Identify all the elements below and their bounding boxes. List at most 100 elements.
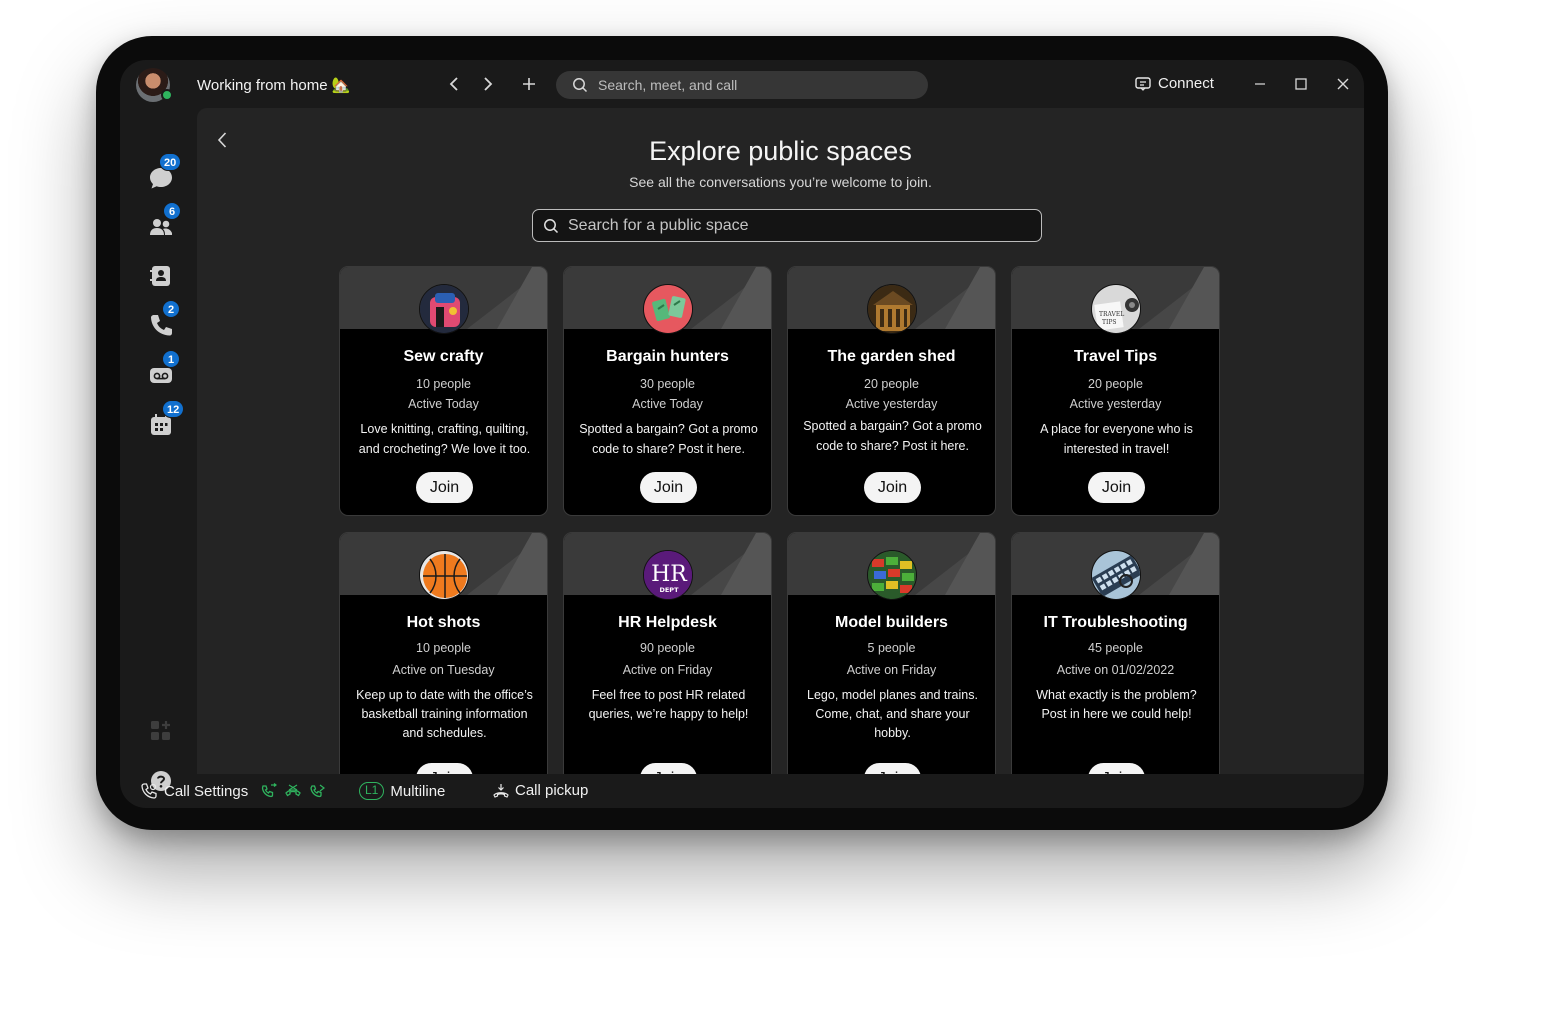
sidebar-item-teams[interactable]: 6 bbox=[148, 202, 181, 240]
sidebar-item-apps[interactable] bbox=[148, 718, 174, 744]
app-window: Working from home 🏡 Search, meet, and ca… bbox=[120, 60, 1364, 808]
space-people-count: 10 people bbox=[416, 377, 471, 391]
space-name: IT Troubleshooting bbox=[1043, 614, 1188, 631]
close-icon[interactable] bbox=[1332, 73, 1354, 95]
connect-icon bbox=[1135, 76, 1151, 91]
device-frame: Working from home 🏡 Search, meet, and ca… bbox=[96, 36, 1388, 830]
sidebar-item-voicemail[interactable]: 1 bbox=[148, 350, 180, 388]
contacts-icon bbox=[150, 266, 170, 286]
space-card[interactable]: Bargain hunters 30 people Active Today S… bbox=[563, 266, 772, 516]
call-pickup-button[interactable]: Call pickup bbox=[493, 782, 588, 799]
voicemail-badge: 1 bbox=[162, 350, 180, 368]
lego-icon bbox=[867, 550, 917, 600]
space-description: A place for everyone who is interested i… bbox=[1040, 422, 1193, 456]
minimize-icon[interactable] bbox=[1249, 73, 1271, 95]
space-name: The garden shed bbox=[827, 348, 956, 365]
space-name: Bargain hunters bbox=[606, 348, 729, 365]
phone-settings-icon bbox=[141, 783, 157, 799]
space-description: Keep up to date with the office’s basket… bbox=[356, 688, 533, 740]
plus-icon[interactable] bbox=[518, 73, 540, 95]
join-button[interactable]: Join bbox=[416, 472, 473, 503]
sidebar-item-contacts[interactable] bbox=[148, 263, 174, 289]
space-name: Model builders bbox=[835, 614, 948, 631]
space-card[interactable]: HR DEPT HR Helpdesk 90 people Active on F… bbox=[563, 532, 772, 774]
space-people-count: 90 people bbox=[640, 641, 695, 655]
shed-icon bbox=[867, 284, 917, 334]
space-activity: Active on Friday bbox=[622, 663, 713, 677]
space-card[interactable]: IT Troubleshooting 45 people Active on 0… bbox=[1011, 532, 1220, 774]
space-card[interactable]: TRAVEL TIPS Travel Tips 20 people Active … bbox=[1011, 266, 1220, 516]
space-activity: Active yesterday bbox=[845, 397, 938, 411]
multiline-label: Multiline bbox=[390, 782, 446, 800]
calling-badge: 2 bbox=[162, 300, 180, 318]
public-space-search-input[interactable]: Search for a public space bbox=[532, 209, 1042, 242]
space-people-count: 20 people bbox=[1088, 377, 1143, 391]
hr-logo-small: DEPT bbox=[659, 586, 679, 594]
search-icon bbox=[573, 78, 588, 93]
presence-indicator bbox=[161, 89, 173, 101]
join-button[interactable]: Join bbox=[640, 472, 697, 503]
connect-button[interactable]: Connect bbox=[1135, 75, 1214, 92]
public-space-search-placeholder: Search for a public space bbox=[568, 216, 749, 234]
explore-panel: Explore public spaces See all the conver… bbox=[197, 108, 1364, 774]
space-card[interactable]: Hot shots 10 people Active on Tuesday Ke… bbox=[339, 532, 548, 774]
hr-dept-icon: HR DEPT bbox=[643, 550, 693, 600]
space-description: Love knitting, crafting, quilting, and c… bbox=[358, 422, 531, 456]
space-name: Travel Tips bbox=[1073, 348, 1158, 365]
call-pickup-icon bbox=[493, 783, 509, 798]
join-button[interactable]: Join bbox=[416, 763, 473, 774]
call-cancel-icon[interactable] bbox=[284, 783, 302, 799]
space-people-count: 30 people bbox=[640, 377, 695, 391]
space-name: Sew crafty bbox=[403, 348, 484, 365]
space-activity: Active on Friday bbox=[846, 663, 937, 677]
join-button[interactable]: Join bbox=[864, 763, 921, 774]
space-people-count: 10 people bbox=[416, 641, 471, 655]
apps-icon bbox=[151, 721, 170, 740]
travel-icon: TRAVEL TIPS bbox=[1091, 284, 1141, 334]
sidebar-item-calling[interactable]: 2 bbox=[148, 300, 180, 338]
space-people-count: 5 people bbox=[867, 641, 916, 655]
space-activity: Active on Tuesday bbox=[392, 663, 495, 677]
page-title: Explore public spaces bbox=[649, 136, 912, 166]
join-button[interactable]: Join bbox=[1088, 472, 1145, 503]
maximize-icon[interactable] bbox=[1290, 73, 1312, 95]
call-forward-icon[interactable] bbox=[260, 783, 278, 799]
call-settings-button[interactable]: Call Settings bbox=[140, 782, 326, 800]
global-search-input[interactable]: Search, meet, and call bbox=[556, 71, 928, 99]
join-button[interactable]: Join bbox=[640, 763, 697, 774]
space-activity: Active yesterday bbox=[1069, 397, 1162, 411]
space-people-count: 45 people bbox=[1088, 641, 1143, 655]
space-card[interactable]: Model builders 5 people Active on Friday… bbox=[787, 532, 996, 774]
status-message[interactable]: Working from home 🏡 bbox=[197, 76, 350, 94]
back-arrow-icon[interactable] bbox=[444, 73, 466, 95]
sidebar-item-messaging[interactable]: 20 bbox=[148, 153, 182, 191]
join-button[interactable]: Join bbox=[864, 472, 921, 503]
sewing-machine-icon bbox=[419, 284, 469, 334]
calling-status-bar: Call Settings L1 Multiline Call pickup bbox=[120, 774, 1364, 808]
search-icon bbox=[544, 218, 559, 233]
space-activity: Active Today bbox=[408, 397, 479, 411]
title-bar: Working from home 🏡 Search, meet, and ca… bbox=[120, 60, 1364, 108]
join-button[interactable]: Join bbox=[1088, 763, 1145, 774]
call-redirect-icon[interactable] bbox=[308, 783, 326, 799]
sidebar-item-meetings[interactable]: 12 bbox=[148, 400, 185, 438]
space-activity: Active Today bbox=[632, 397, 703, 411]
space-description: Spotted a bargain? Got a promo code to s… bbox=[579, 422, 758, 456]
keyboard-icon bbox=[1091, 550, 1141, 600]
space-card[interactable]: Sew crafty 10 people Active Today Love k… bbox=[339, 266, 548, 516]
meetings-badge: 12 bbox=[162, 400, 185, 418]
space-description: Feel free to post HR related queries, we… bbox=[588, 688, 749, 721]
space-description: What exactly is the problem? Post in her… bbox=[1036, 688, 1197, 721]
shopping-icon bbox=[643, 284, 693, 334]
space-description: Lego, model planes and trains. Come, cha… bbox=[807, 688, 978, 740]
space-card[interactable]: The garden shed 20 people Active yesterd… bbox=[787, 266, 996, 516]
sidebar: 20 6 2 1 12 bbox=[120, 108, 196, 791]
travel-logo-line2: TIPS bbox=[1102, 319, 1117, 326]
page-subtitle: See all the conversations you’re welcome… bbox=[629, 174, 932, 190]
multiline-button[interactable]: L1 Multiline bbox=[359, 782, 445, 800]
connect-label: Connect bbox=[1158, 75, 1214, 92]
messaging-badge: 20 bbox=[159, 153, 182, 171]
teams-badge: 6 bbox=[163, 202, 181, 220]
forward-arrow-icon[interactable] bbox=[476, 73, 498, 95]
call-settings-label: Call Settings bbox=[164, 782, 249, 800]
